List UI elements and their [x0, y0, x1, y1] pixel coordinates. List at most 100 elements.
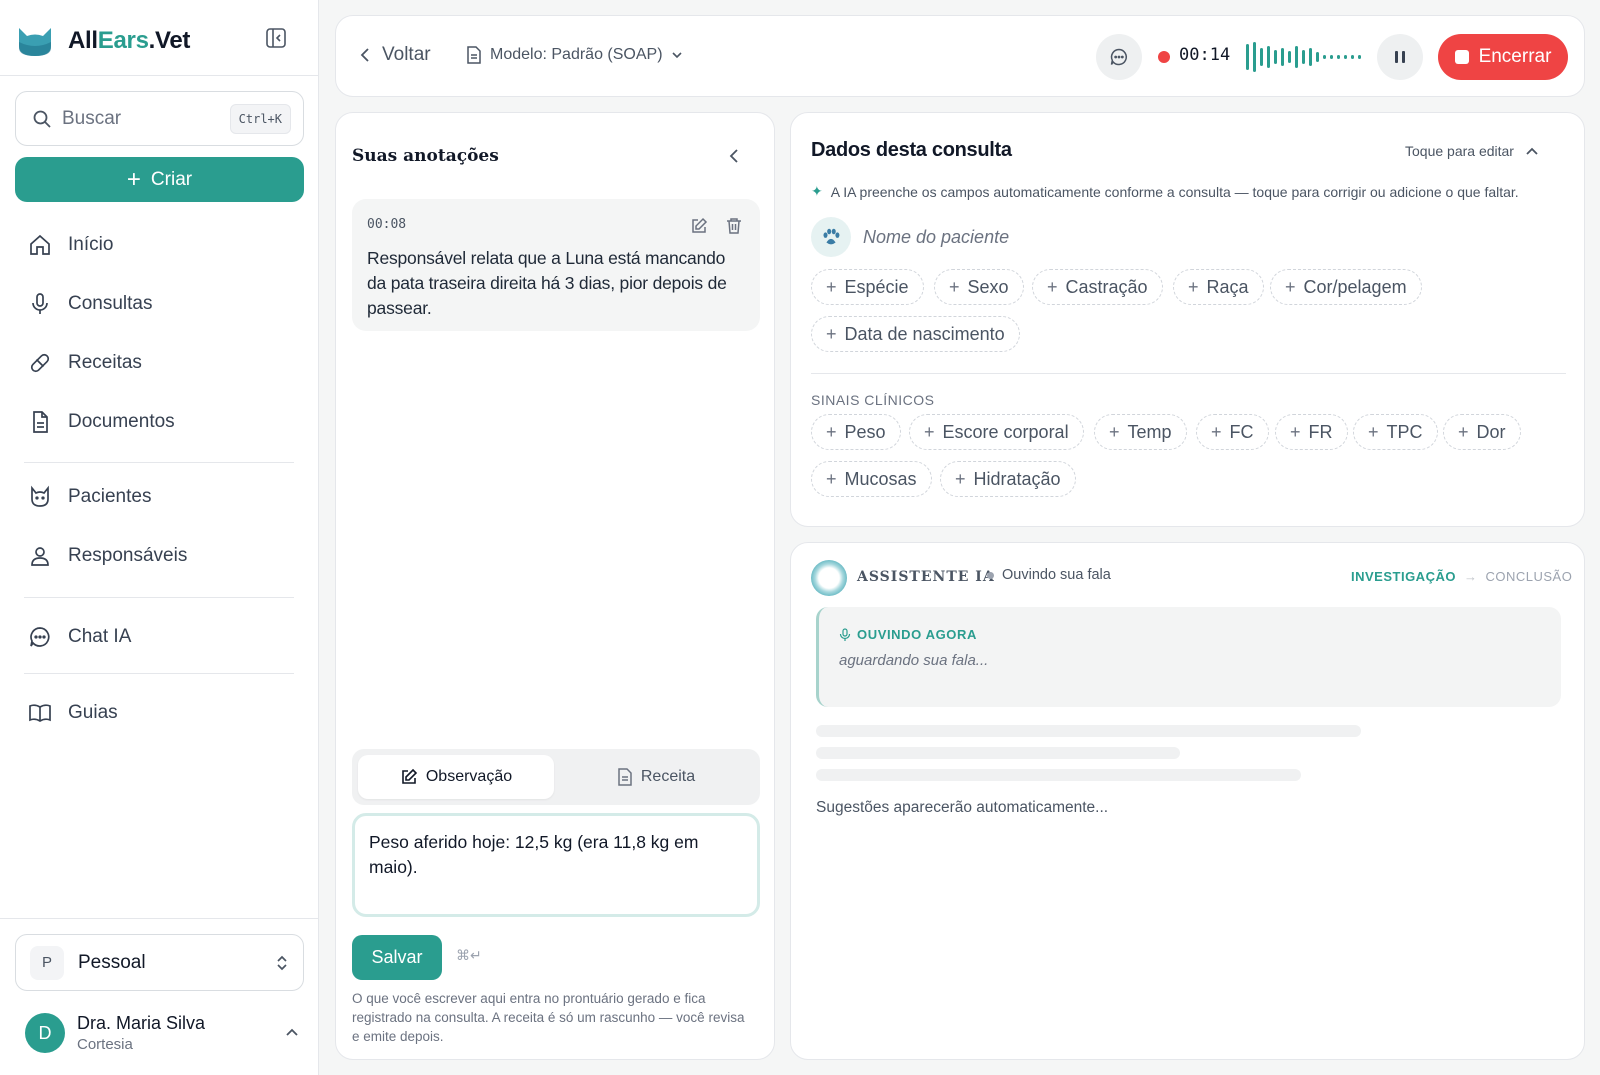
sidebar-item-inicio[interactable]: Início [28, 225, 298, 265]
sidebar-collapse-icon [266, 28, 286, 48]
chip-label: Dor [1476, 421, 1506, 442]
end-consultation-button[interactable]: Encerrar [1438, 34, 1568, 80]
sidebar-item-documentos[interactable]: Documentos [28, 402, 298, 442]
back-button[interactable]: Voltar [358, 44, 431, 66]
sidebar-item-chat-ia[interactable]: Chat IA [28, 617, 298, 657]
plus-icon: + [1290, 421, 1301, 442]
plus-icon: + [955, 468, 966, 489]
plus-icon: + [126, 165, 141, 193]
add-crt-chip[interactable]: + TPC [1353, 414, 1438, 450]
sidebar-separator [24, 597, 294, 598]
book-icon [29, 704, 51, 722]
pill-icon [30, 353, 50, 373]
sidebar: AllEars.Vet Buscar Ctrl+K + Criar Início… [0, 0, 319, 1075]
add-mucosa-chip[interactable]: + Mucosas [811, 461, 932, 497]
add-weight-chip[interactable]: + Peso [811, 414, 901, 450]
plus-icon: + [1285, 276, 1296, 297]
chat-icon [30, 627, 50, 647]
add-species-chip[interactable]: + Espécie [811, 269, 924, 305]
sidebar-item-label: Pacientes [68, 486, 152, 507]
collapse-notes-button[interactable] [721, 143, 747, 169]
note-item: 00:08 Responsável relata que a Luna está… [352, 199, 760, 331]
sidebar-item-consultas[interactable]: Consultas [28, 284, 298, 324]
sidebar-item-receitas[interactable]: Receitas [28, 343, 298, 383]
chip-label: Temp [1127, 421, 1172, 442]
sidebar-item-label: Consultas [68, 293, 153, 314]
user-menu[interactable]: D Dra. Maria Silva Cortesia [25, 1008, 300, 1058]
plus-icon: + [826, 468, 837, 489]
recording-timer: 00:14 [1179, 45, 1231, 65]
patient-name-field[interactable]: Nome do paciente [811, 217, 1009, 257]
note-text: Responsável relata que a Luna está manca… [367, 248, 727, 318]
search-shortcut: Ctrl+K [229, 103, 291, 134]
sidebar-item-guias[interactable]: Guias [28, 693, 298, 733]
notes-title: Suas anotações [352, 146, 499, 166]
chip-label: Sexo [967, 276, 1009, 297]
add-sex-chip[interactable]: + Sexo [934, 269, 1024, 305]
sidebar-divider [0, 75, 319, 76]
consultation-data-panel: Dados desta consulta Toque para editar ✦… [790, 112, 1585, 527]
tab-label: Receita [640, 768, 696, 785]
stop-icon [1454, 50, 1469, 64]
sidebar-item-pacientes[interactable]: Pacientes [28, 477, 298, 517]
assistant-title: ASSISTENTE IA [857, 569, 995, 585]
brand[interactable]: AllEars.Vet [16, 20, 190, 62]
ai-note-text: A IA preenche os campos automaticamente … [830, 183, 1519, 200]
note-textarea[interactable]: Peso aferido hoje: 12,5 kg (era 11,8 kg … [352, 813, 760, 917]
document-icon [467, 46, 481, 64]
assistant-orb-icon [811, 560, 847, 596]
add-coat-chip[interactable]: + Cor/pelagem [1270, 269, 1422, 305]
add-rr-chip[interactable]: + FR [1275, 414, 1348, 450]
template-selector[interactable]: Modelo: Padrão (SOAP) [466, 46, 683, 64]
patient-name-placeholder: Nome do paciente [863, 226, 1010, 247]
add-temp-chip[interactable]: + Temp [1094, 414, 1187, 450]
delete-note-button[interactable] [722, 214, 746, 238]
plus-icon: + [1368, 421, 1379, 442]
plus-icon: + [1188, 276, 1199, 297]
chevron-up-icon [286, 1028, 298, 1036]
cat-icon [31, 485, 49, 507]
cat-logo-icon [19, 28, 51, 56]
add-pain-chip[interactable]: + Dor [1443, 414, 1521, 450]
listening-label: OUVINDO AGORA [839, 627, 977, 642]
add-breed-chip[interactable]: + Raça [1173, 269, 1264, 305]
chip-label: TPC [1386, 421, 1423, 442]
plus-icon: + [924, 421, 935, 442]
add-castration-chip[interactable]: + Castração [1032, 269, 1163, 305]
chat-icon [1110, 48, 1127, 66]
phase-current: INVESTIGAÇÃO [1351, 569, 1456, 584]
add-birthdate-chip[interactable]: + Data de nascimento [811, 316, 1020, 352]
sidebar-item-responsaveis[interactable]: Responsáveis [28, 536, 298, 576]
workspace-switcher[interactable]: P Pessoal [15, 934, 304, 991]
chip-label: Hidratação [973, 468, 1061, 489]
chat-button[interactable] [1096, 34, 1142, 80]
transcript-placeholder: aguardando sua fala... [839, 652, 989, 669]
add-hr-chip[interactable]: + FC [1196, 414, 1269, 450]
suggestions-placeholder: Sugestões aparecerão automaticamente... [816, 799, 1109, 816]
tab-receita[interactable]: Receita [558, 755, 754, 799]
pause-button[interactable] [1377, 34, 1423, 80]
microphone-icon [32, 293, 48, 314]
status-text: Ouvindo sua fala [1002, 567, 1111, 583]
sidebar-item-label: Guias [68, 702, 118, 723]
create-button[interactable]: + Criar [15, 157, 304, 202]
edit-note-button[interactable] [687, 214, 711, 238]
add-hydration-chip[interactable]: + Hidratação [940, 461, 1076, 497]
collapse-data-button[interactable] [1519, 139, 1545, 165]
end-label: Encerrar [1478, 46, 1552, 67]
sidebar-item-label: Chat IA [68, 626, 132, 647]
save-shortcut: ⌘↵ [456, 947, 482, 963]
collapse-sidebar-button[interactable] [262, 24, 290, 52]
tab-observacao[interactable]: Observação [358, 755, 554, 799]
consultation-phase: INVESTIGAÇÃO → CONCLUSÃO [1351, 569, 1572, 584]
ai-assistant-panel: ASSISTENTE IA Ouvindo sua fala INVESTIGA… [790, 542, 1585, 1060]
search-input[interactable]: Buscar Ctrl+K [15, 91, 304, 146]
save-button[interactable]: Salvar [352, 935, 442, 980]
user-info: Dra. Maria Silva Cortesia [77, 1013, 272, 1053]
plus-icon: + [1109, 421, 1120, 442]
plus-icon: + [1047, 276, 1058, 297]
brand-name: AllEars.Vet [68, 27, 191, 54]
chip-label: FR [1308, 421, 1333, 442]
add-body-score-chip[interactable]: + Escore corporal [909, 414, 1084, 450]
plus-icon: + [826, 323, 837, 344]
